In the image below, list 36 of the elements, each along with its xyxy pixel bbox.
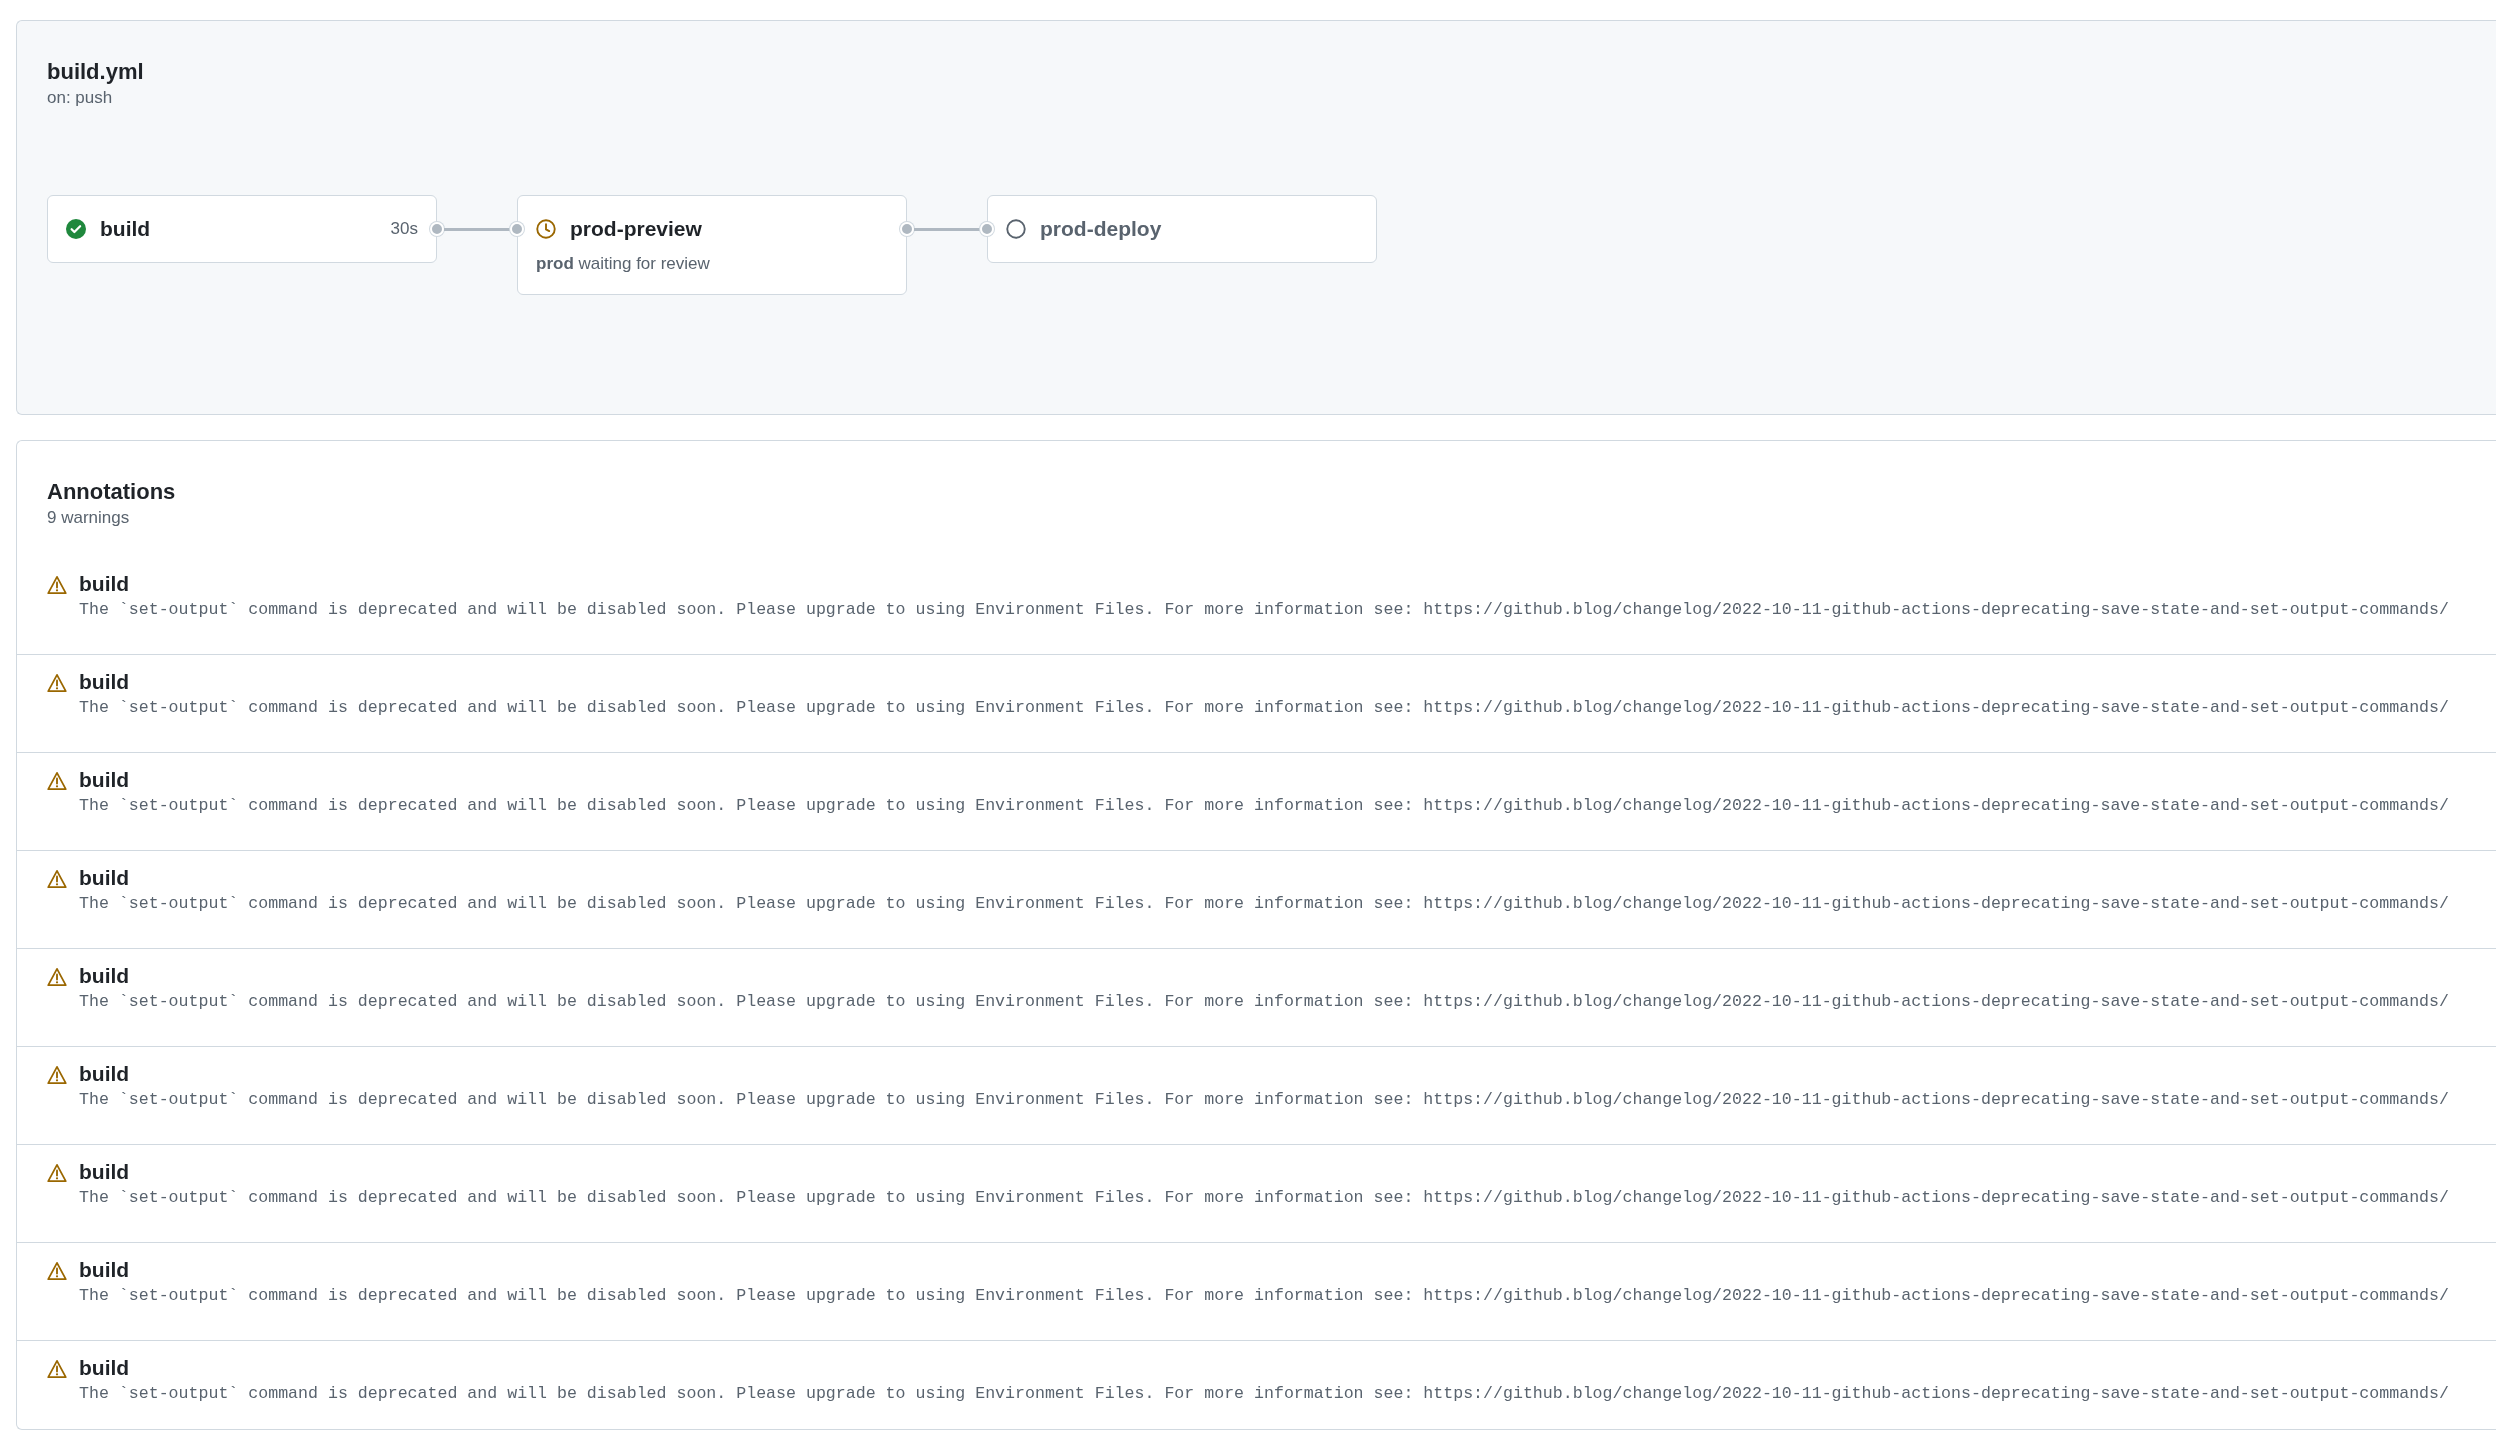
- job-name: build: [100, 217, 151, 241]
- annotation-message: The `set-output` command is deprecated and will be disabled soon. Please upgrade to using Environment Files. For more information see: https://github.blog/changelog/2022-10-11-github-actions-deprecating-save-state-and-set-output-commands/: [79, 991, 2449, 1013]
- workflow-trigger: on: push: [47, 87, 114, 109]
- annotation-title: build: [79, 1355, 131, 1381]
- connector-dot: [900, 222, 914, 236]
- annotation-message: The `set-output` command is deprecated and will be disabled soon. Please upgrade to using Environment Files. For more information see: https://github.blog/changelog/2022-10-11-github-actions-deprecating-save-state-and-set-output-commands/: [79, 1285, 2449, 1307]
- workflow-title: build.yml: [47, 58, 145, 86]
- warnings-count: 9 warnings: [46, 507, 131, 529]
- annotation-message: The `set-output` command is deprecated and will be disabled soon. Please upgrade to using Environment Files. For more information see: https://github.blog/changelog/2022-10-11-github-actions-deprecating-save-state-and-set-output-commands/: [79, 893, 2449, 915]
- annotation-message: The `set-output` command is deprecated and will be disabled soon. Please upgrade to using Environment Files. For more information see: https://github.blog/changelog/2022-10-11-github-actions-deprecating-save-state-and-set-output-commands/: [79, 1187, 2449, 1209]
- job-card[interactable]: prod-preview prod waiting for review: [517, 195, 907, 295]
- connector-line: [444, 227, 510, 231]
- connector-line: [914, 227, 980, 231]
- job-name: prod-preview: [570, 217, 702, 241]
- job-name: prod-deploy: [1040, 217, 1162, 241]
- annotation-message: The `set-output` command is deprecated and will be disabled soon. Please upgrade to using Environment Files. For more information see: https://github.blog/changelog/2022-10-11-github-actions-deprecating-save-state-and-set-output-commands/: [79, 795, 2449, 817]
- annotation-title: build: [79, 767, 131, 793]
- annotation-title: build: [79, 963, 131, 989]
- annotation-title: build: [79, 1257, 131, 1283]
- job-card[interactable]: build 30s: [47, 195, 437, 263]
- annotation-message: The `set-output` command is deprecated and will be disabled soon. Please upgrade to using Environment Files. For more information see: https://github.blog/changelog/2022-10-11-github-actions-deprecating-save-state-and-set-output-commands/: [79, 599, 2449, 621]
- annotation-title: build: [79, 1159, 131, 1185]
- connector-dot: [430, 222, 444, 236]
- annotation-message: The `set-output` command is deprecated and will be disabled soon. Please upgrade to using Environment Files. For more information see: https://github.blog/changelog/2022-10-11-github-actions-deprecating-save-state-and-set-output-commands/: [79, 1089, 2449, 1111]
- job-duration: 30s: [390, 219, 418, 239]
- job-status-text: prod waiting for review: [536, 254, 711, 274]
- annotation-title: build: [79, 1061, 131, 1087]
- annotation-message: The `set-output` command is deprecated and will be disabled soon. Please upgrade to using Environment Files. For more information see: https://github.blog/changelog/2022-10-11-github-actions-deprecating-save-state-and-set-output-commands/: [79, 1383, 2449, 1405]
- annotation-message: The `set-output` command is deprecated and will be disabled soon. Please upgrade to using Environment Files. For more information see: https://github.blog/changelog/2022-10-11-github-actions-deprecating-save-state-and-set-output-commands/: [79, 697, 2449, 719]
- job-card[interactable]: prod-deploy: [987, 195, 1377, 263]
- annotation-title: build: [79, 669, 131, 695]
- connector-dot: [510, 222, 524, 236]
- connector-dot: [980, 222, 994, 236]
- annotations-title: Annotations: [46, 478, 177, 506]
- annotation-title: build: [79, 571, 131, 597]
- annotation-title: build: [79, 865, 131, 891]
